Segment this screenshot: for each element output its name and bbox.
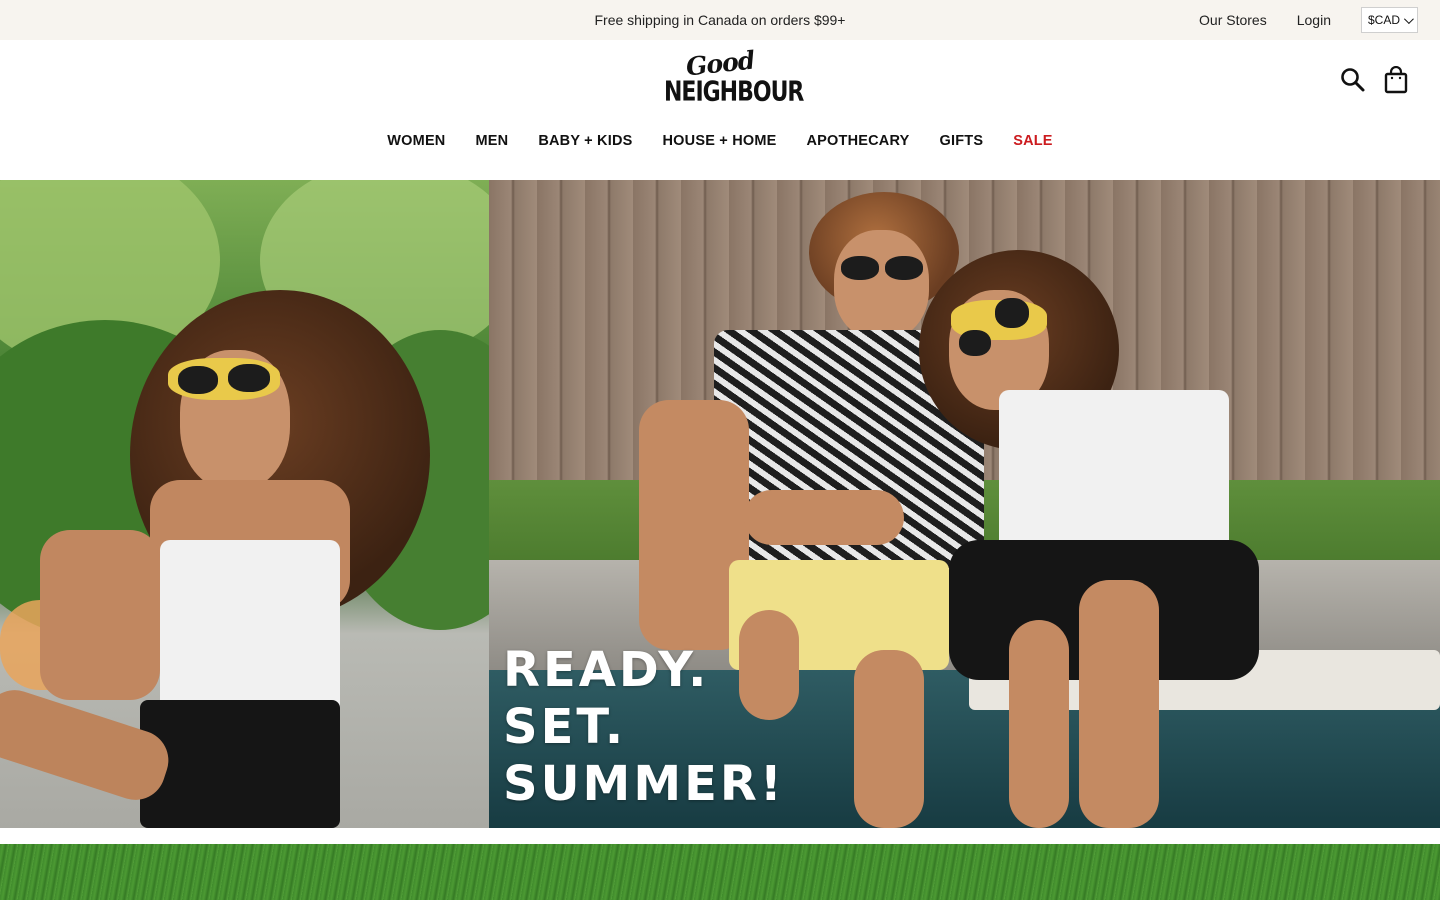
nav-item-apothecary[interactable]: APOTHECARY bbox=[807, 130, 910, 152]
nav-item-sale[interactable]: SALE bbox=[1013, 130, 1052, 152]
model-woman-left bbox=[0, 180, 489, 828]
chevron-down-icon bbox=[1403, 13, 1414, 24]
utility-links: Our Stores Login $CAD bbox=[1199, 7, 1418, 33]
our-stores-link[interactable]: Our Stores bbox=[1199, 7, 1267, 33]
nav-item-house-home[interactable]: HOUSE + HOME bbox=[663, 130, 777, 152]
search-icon[interactable] bbox=[1340, 67, 1366, 93]
hero-headline: READY. SET. SUMMER! bbox=[503, 642, 785, 813]
secondary-banner[interactable] bbox=[0, 844, 1440, 900]
headline-line-2: SET. bbox=[503, 699, 627, 755]
headline-line-3: SUMMER! bbox=[503, 756, 785, 812]
nav-item-gifts[interactable]: GIFTS bbox=[940, 130, 984, 152]
site-logo[interactable]: Good NEIGHBOUR bbox=[664, 46, 804, 112]
section-divider bbox=[0, 828, 1440, 844]
currency-value: $CAD bbox=[1367, 13, 1400, 27]
nav-item-baby-kids[interactable]: BABY + KIDS bbox=[538, 130, 632, 152]
nav-item-women[interactable]: WOMEN bbox=[387, 130, 445, 152]
hero-image-left bbox=[0, 180, 489, 828]
hero-banner[interactable]: READY. SET. SUMMER! bbox=[0, 180, 1440, 828]
nav-item-men[interactable]: MEN bbox=[475, 130, 508, 152]
logo-block-text: NEIGHBOUR bbox=[664, 76, 804, 108]
announcement-bar: Free shipping in Canada on orders $99+ O… bbox=[0, 0, 1440, 40]
currency-selector[interactable]: $CAD bbox=[1360, 7, 1418, 33]
login-link[interactable]: Login bbox=[1297, 7, 1331, 33]
headline-line-1: READY. bbox=[503, 642, 710, 698]
shopping-bag-icon[interactable] bbox=[1384, 65, 1408, 94]
main-navigation: WOMEN MEN BABY + KIDS HOUSE + HOME APOTH… bbox=[0, 130, 1440, 152]
